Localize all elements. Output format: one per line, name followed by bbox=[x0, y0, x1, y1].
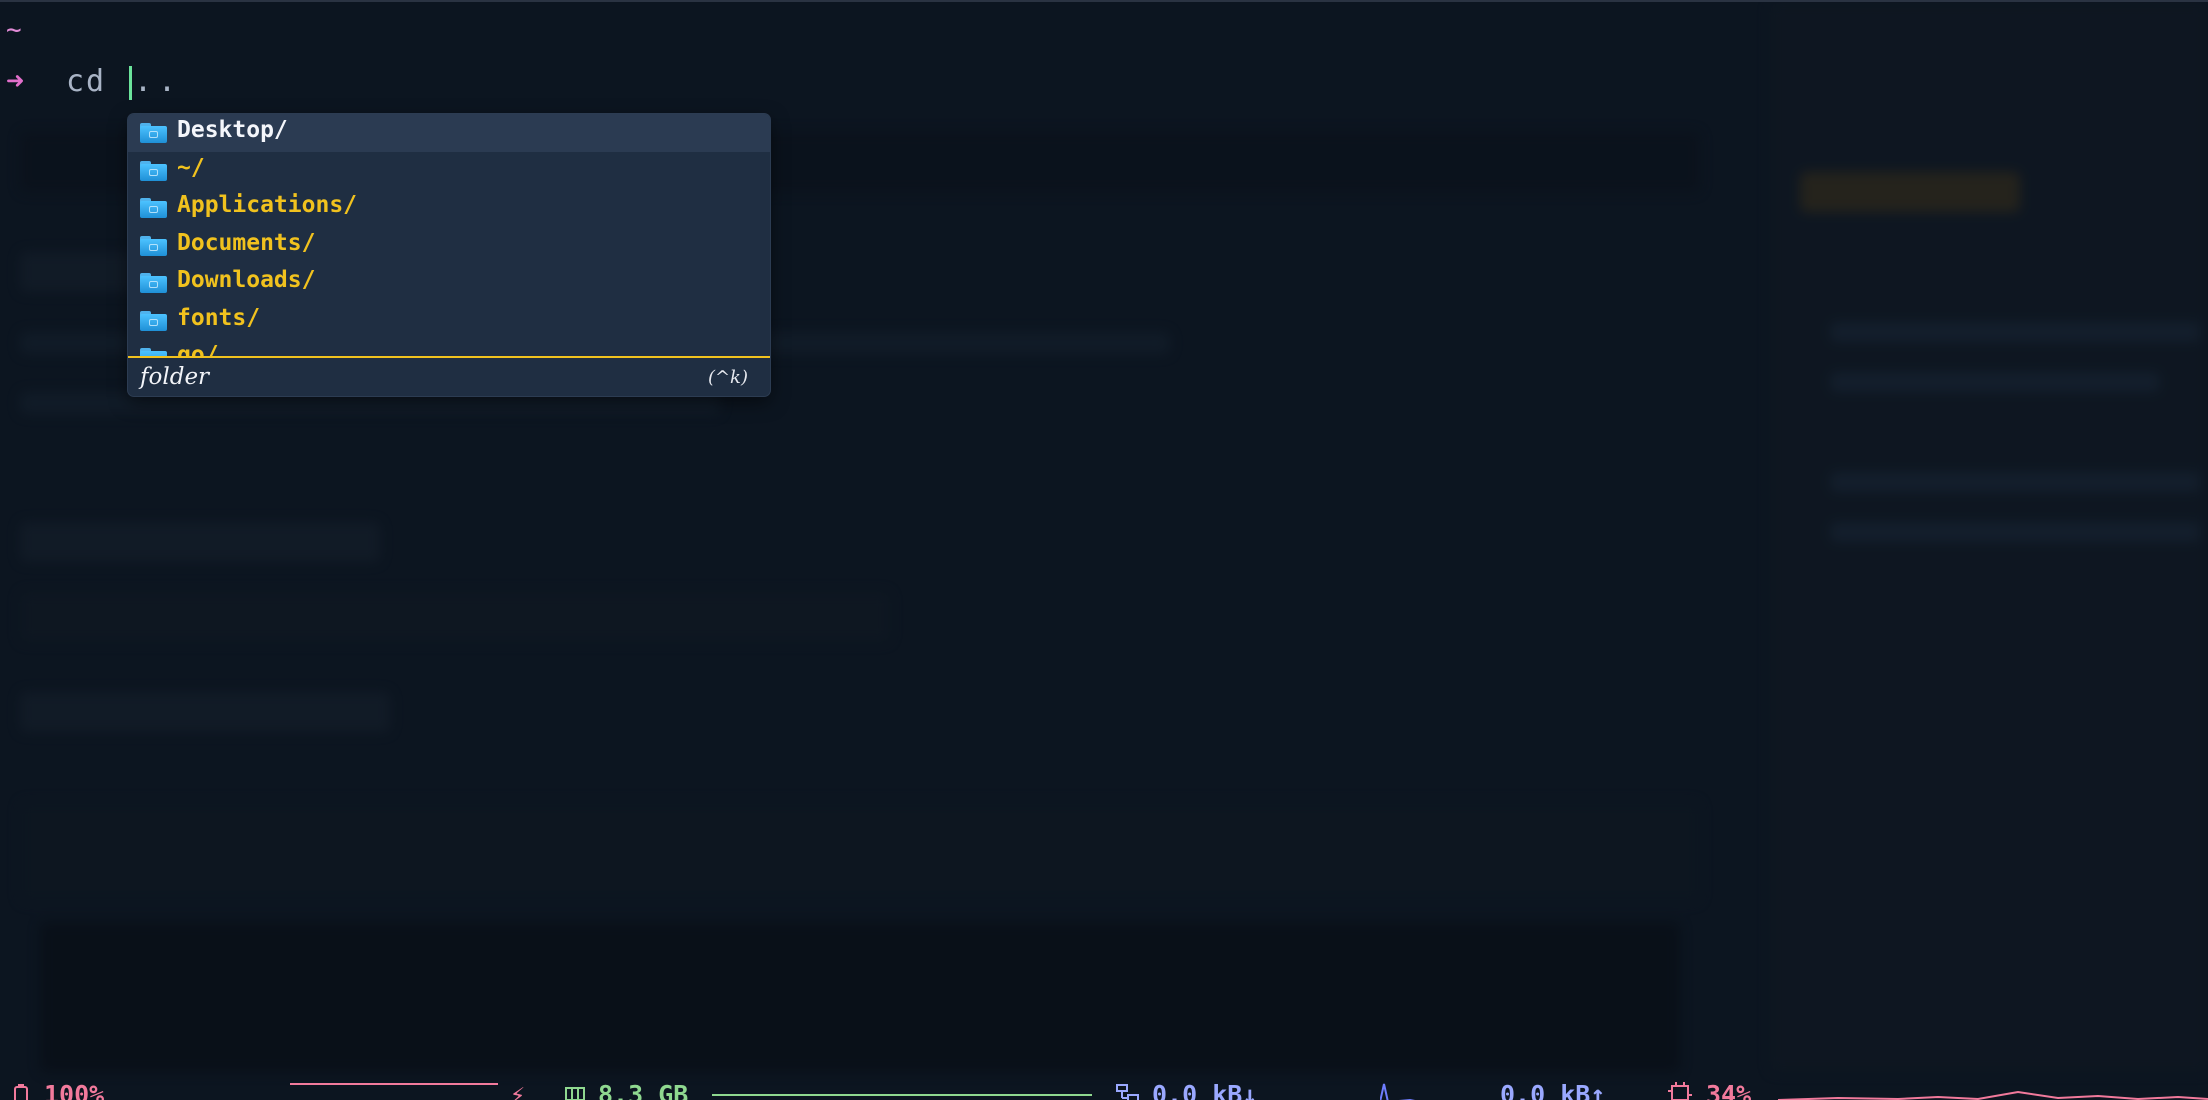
text-cursor bbox=[129, 66, 132, 100]
completion-menu: Desktop/ ~/ Applications/Documents/Downloa… bbox=[128, 114, 770, 396]
folder-icon bbox=[140, 123, 167, 143]
memory-graph bbox=[712, 1094, 1092, 1096]
completion-item[interactable]: Applications/ bbox=[128, 189, 770, 227]
terminal-window: ~ ➜ cd .. Desktop/ ~/ Applications/Documen… bbox=[0, 0, 2208, 1100]
charging-icon: ⚡ bbox=[510, 1080, 526, 1100]
battery-icon bbox=[14, 1084, 28, 1100]
folder-icon bbox=[140, 235, 167, 256]
completion-item-label: Downloads/ bbox=[177, 267, 316, 293]
cpu-graph bbox=[1778, 1090, 2208, 1100]
completion-item-label: go/ bbox=[177, 342, 219, 356]
network-upload: 0.0 kB↑ bbox=[1500, 1080, 1606, 1100]
folder-icon bbox=[140, 160, 167, 181]
command-argument: .. bbox=[134, 64, 183, 99]
completion-item[interactable]: Downloads/ bbox=[128, 264, 770, 302]
completion-item-label: Applications/ bbox=[177, 192, 358, 218]
completion-item-label: Desktop/ bbox=[177, 117, 288, 143]
status-bar: 100% ⚡ 8.3 GB 0.0 kB↓ 0.0 kB↑ 34% bbox=[0, 1076, 2208, 1100]
completion-item[interactable]: ~/ bbox=[128, 152, 770, 190]
completion-list: Desktop/ ~/ Applications/Documents/Downloa… bbox=[128, 114, 770, 356]
prompt-arrow-icon: ➜ bbox=[6, 64, 25, 99]
completion-shortcut-hint: (^k) bbox=[707, 367, 748, 388]
cpu-usage: 34% bbox=[1706, 1080, 1752, 1100]
completion-item[interactable]: Desktop/ bbox=[128, 114, 770, 152]
completion-item-label: fonts/ bbox=[177, 304, 261, 331]
completion-item-label: Documents/ bbox=[177, 229, 316, 256]
completion-item[interactable]: Documents/ bbox=[128, 227, 770, 265]
network-graph bbox=[1380, 1083, 1416, 1100]
folder-icon bbox=[140, 310, 167, 331]
folder-icon bbox=[140, 348, 167, 356]
completion-item[interactable]: fonts/ bbox=[128, 302, 770, 340]
memory-usage: 8.3 GB bbox=[598, 1080, 689, 1100]
completion-item-label: ~/ bbox=[177, 154, 205, 181]
command-text: cd bbox=[66, 64, 107, 99]
completion-footer: folder (^k) bbox=[128, 358, 770, 396]
battery-percent: 100% bbox=[44, 1080, 105, 1100]
battery-graph bbox=[290, 1083, 498, 1085]
current-directory: ~ bbox=[6, 15, 22, 45]
cpu-icon bbox=[1668, 1082, 1692, 1100]
memory-icon bbox=[565, 1087, 585, 1100]
folder-icon bbox=[140, 273, 167, 293]
completion-kind-label: folder bbox=[140, 364, 210, 390]
network-icon bbox=[1116, 1084, 1139, 1100]
folder-icon bbox=[140, 198, 167, 218]
network-download: 0.0 kB↓ bbox=[1152, 1080, 1258, 1100]
completion-item[interactable]: go/ bbox=[128, 339, 770, 356]
